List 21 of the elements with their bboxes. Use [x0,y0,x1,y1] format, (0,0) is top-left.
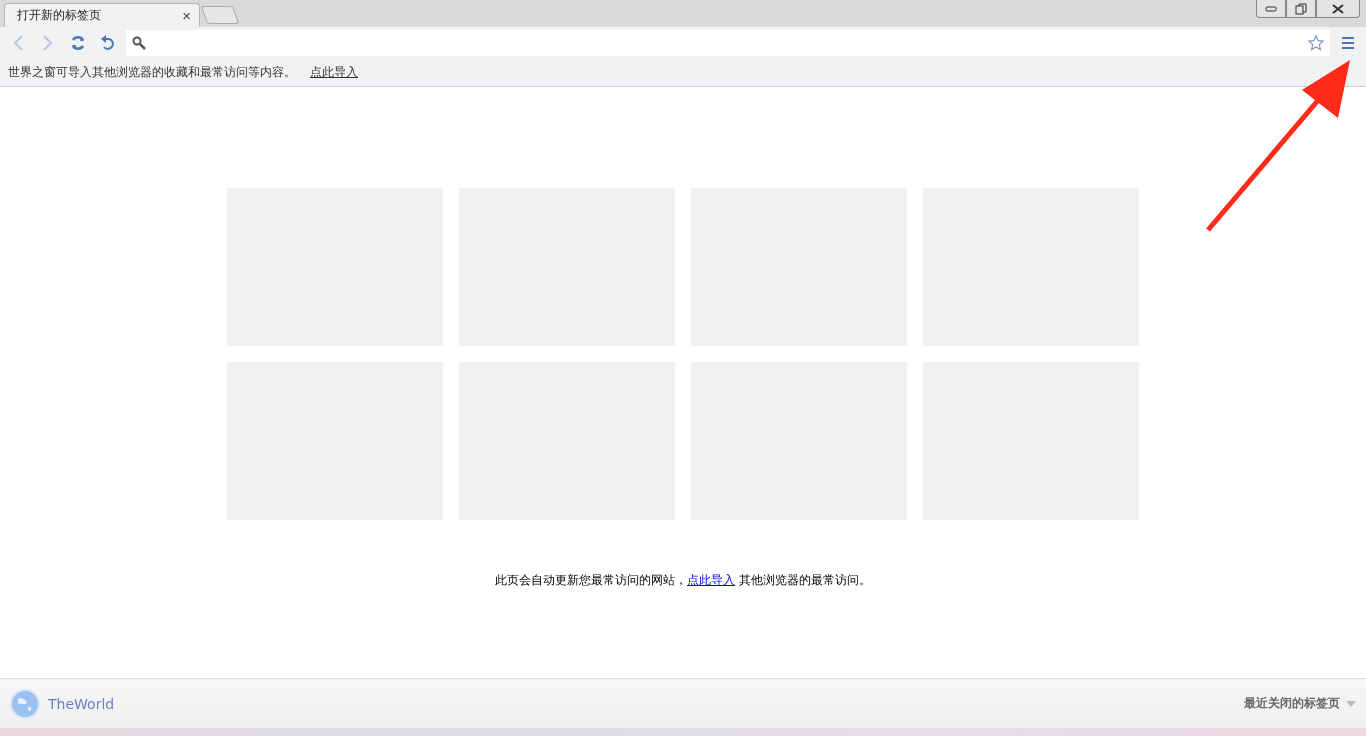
caret-icon [1346,700,1356,707]
globe-icon [10,688,40,719]
new-tab-button[interactable] [200,6,240,24]
restore-icon [1295,2,1307,15]
close-tab-button[interactable]: × [182,7,191,24]
brand-name: TheWorld [48,695,116,712]
refresh-icon [69,33,87,52]
notice-text: 此页会自动更新您最常访问的网站，点此导入 其他浏览器的最常访问。 [494,572,872,589]
import-link[interactable]: 点此导入 [687,573,736,587]
restore-button[interactable] [1286,0,1316,18]
import-link[interactable]: 点此导入 [310,63,358,81]
minimize-icon [1265,4,1277,13]
close-icon [1332,3,1344,14]
undo-icon [100,33,116,52]
close-window-button[interactable] [1316,0,1360,18]
import-message: 世界之窗可导入其他浏览器的收藏和最常访问等内容。 [8,63,296,81]
minimize-button[interactable] [1256,0,1286,18]
search-icon [132,35,146,50]
browser-tab[interactable]: 打开新的标签页 × [4,3,200,27]
star-icon[interactable] [1308,34,1324,51]
recently-closed-button[interactable]: 最近关闭的标签页 [1244,695,1356,712]
